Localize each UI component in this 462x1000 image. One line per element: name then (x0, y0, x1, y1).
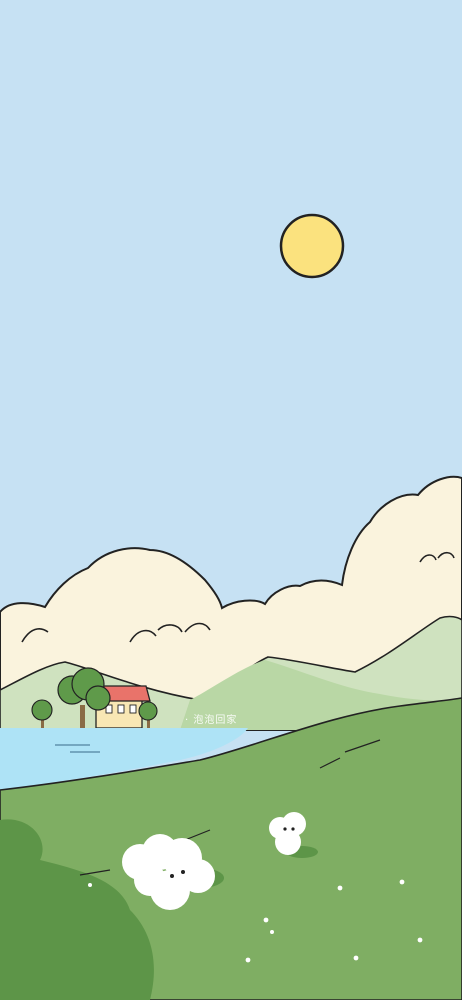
sun (279, 213, 345, 279)
watermark-text: · 泡泡回家 (185, 715, 238, 726)
wallpaper-illustration (0, 0, 462, 1000)
